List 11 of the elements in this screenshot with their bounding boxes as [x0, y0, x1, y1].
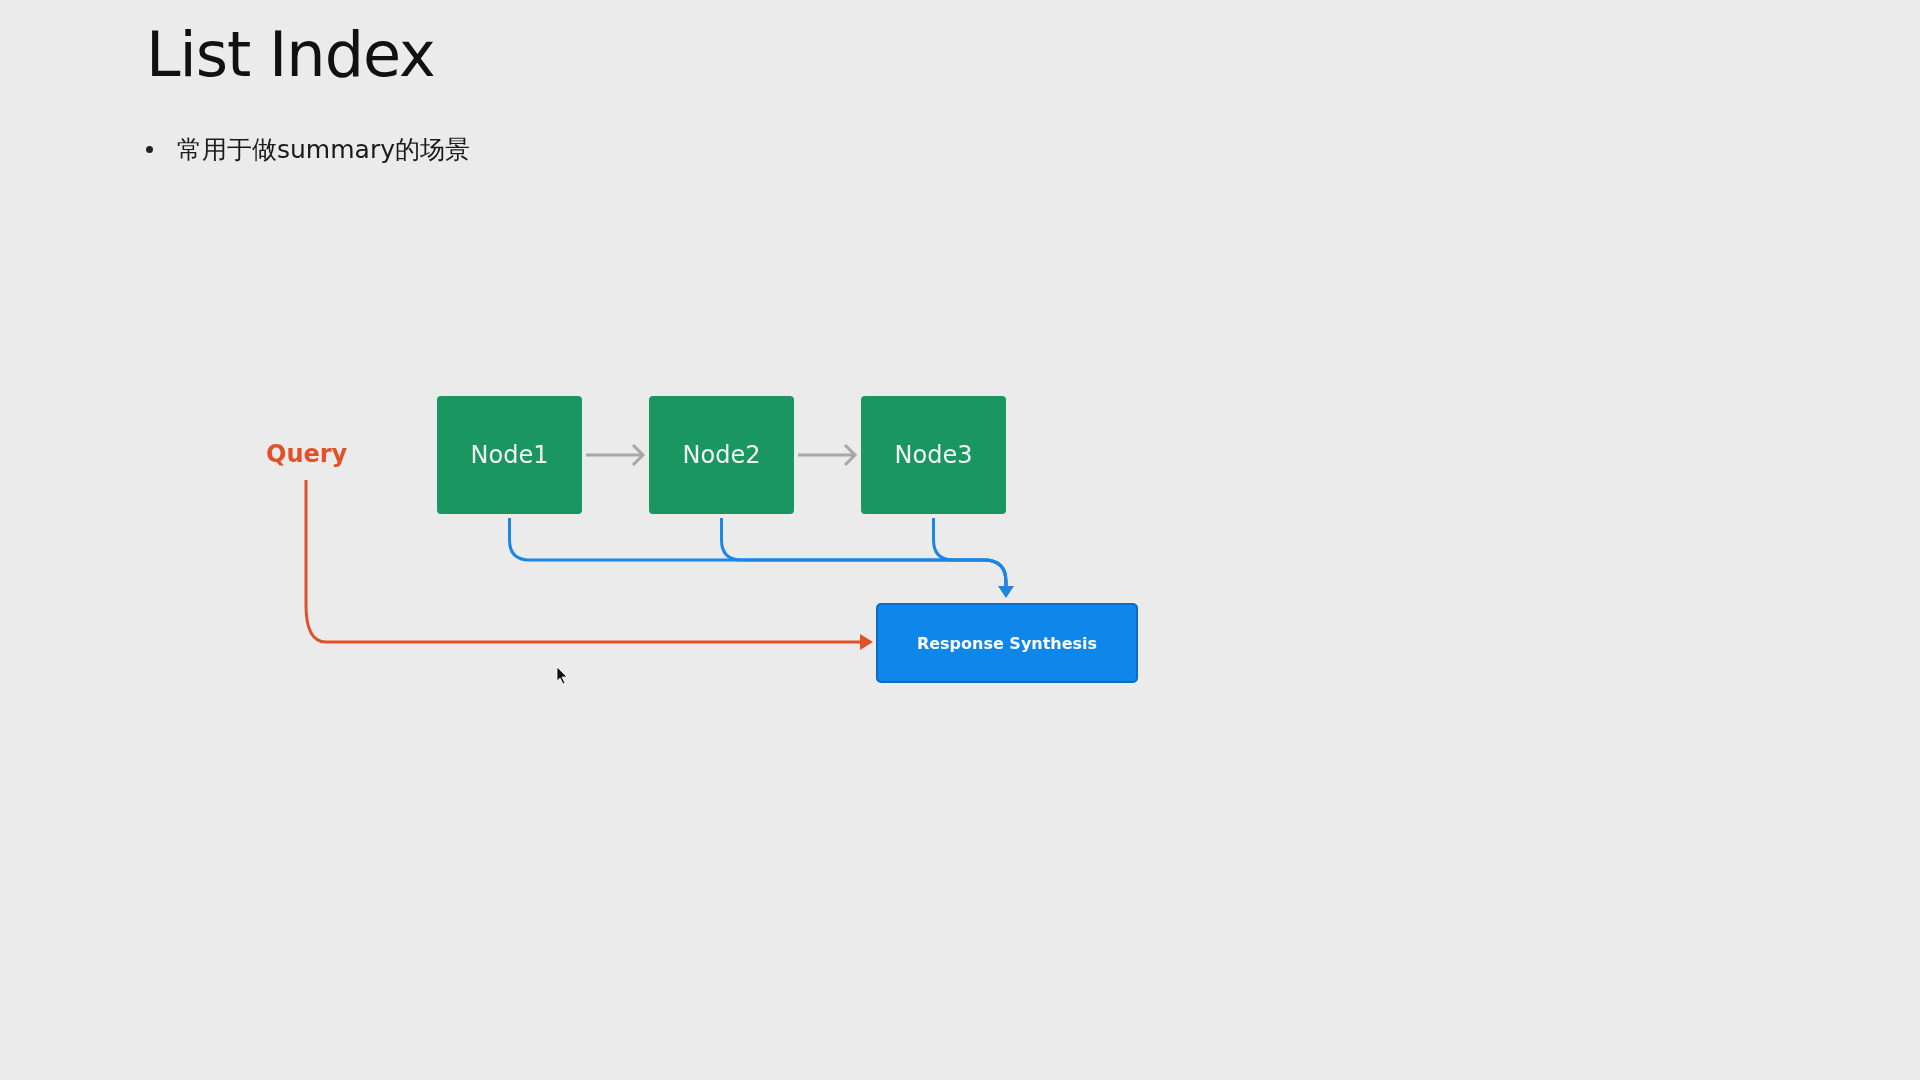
- slide-title: List Index: [146, 18, 436, 91]
- node-box: Node2: [649, 396, 794, 514]
- query-label: Query: [266, 440, 348, 468]
- arrow: [796, 443, 858, 467]
- bullet-icon: [146, 146, 153, 153]
- cursor-icon: [556, 666, 568, 685]
- node-box: Node1: [437, 396, 582, 514]
- arrow: [584, 443, 646, 467]
- bullet-text: 常用于做summary的场景: [177, 134, 470, 166]
- node-box: Node3: [861, 396, 1006, 514]
- response-synthesis-box: Response Synthesis: [876, 603, 1138, 683]
